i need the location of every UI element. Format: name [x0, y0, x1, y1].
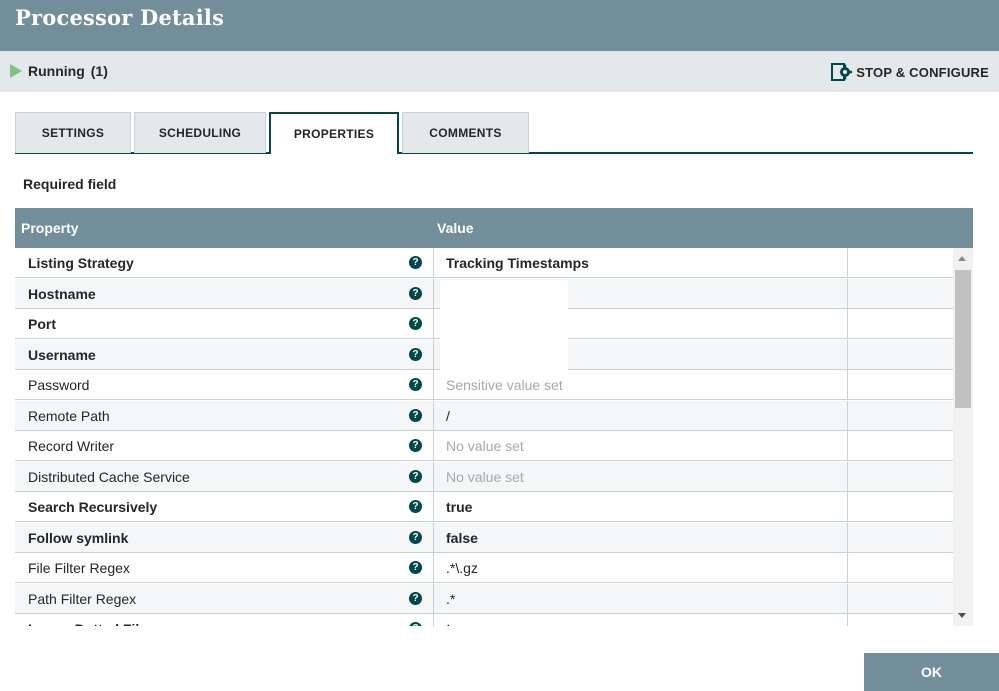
- property-name: Port: [28, 316, 56, 332]
- property-value: No value set: [446, 438, 524, 454]
- play-icon: [10, 64, 22, 78]
- property-value: .*: [446, 590, 456, 607]
- property-value-cell[interactable]: Tracking Timestamps: [433, 248, 848, 278]
- table-row[interactable]: Distributed Cache Service? No value set: [15, 461, 953, 492]
- help-icon[interactable]: ?: [409, 256, 422, 269]
- properties-table: Property Value Listing Strategy? Tracking…: [15, 208, 973, 626]
- property-value: /: [446, 407, 450, 424]
- help-icon[interactable]: ?: [409, 469, 422, 483]
- property-value-cell[interactable]: No value set: [433, 461, 848, 492]
- table-row[interactable]: File Filter Regex? .*\.gz: [15, 553, 953, 583]
- property-name: Remote Path: [28, 407, 110, 424]
- stop-configure-button[interactable]: STOP & CONFIGURE: [831, 62, 989, 82]
- property-value: No value set: [446, 468, 524, 485]
- property-name: Ignore Dotted Files: [28, 621, 155, 626]
- help-icon[interactable]: ?: [409, 500, 422, 513]
- property-value-cell[interactable]: false: [433, 522, 848, 553]
- property-name: Password: [28, 377, 90, 393]
- tab-settings[interactable]: SETTINGS: [15, 112, 131, 153]
- required-field-label: Required field: [23, 176, 117, 192]
- column-header-property[interactable]: Property: [21, 220, 79, 236]
- property-value-cell[interactable]: /: [433, 400, 848, 431]
- property-name: File Filter Regex: [28, 560, 130, 576]
- scroll-up-icon[interactable]: [958, 256, 966, 261]
- stop-configure-icon: [831, 63, 853, 81]
- table-row[interactable]: Record Writer? No value set: [15, 431, 953, 461]
- property-value-cell[interactable]: .*: [433, 583, 848, 614]
- property-name: Record Writer: [28, 438, 115, 454]
- help-icon[interactable]: ?: [409, 347, 422, 361]
- dialog-header: Processor Details: [0, 0, 999, 51]
- property-value-cell[interactable]: .*\.gz: [433, 553, 848, 583]
- scroll-down-icon[interactable]: [958, 613, 966, 618]
- table-row[interactable]: Path Filter Regex? .*: [15, 583, 953, 614]
- property-value: Tracking Timestamps: [446, 255, 589, 271]
- run-count: (1): [90, 63, 108, 79]
- tab-bar: SETTINGS SCHEDULING PROPERTIES COMMENTS: [15, 112, 973, 154]
- stop-configure-label: STOP & CONFIGURE: [856, 64, 989, 80]
- redacted-area: [440, 280, 568, 372]
- run-state: Running: [28, 63, 85, 79]
- help-icon[interactable]: ?: [409, 317, 422, 330]
- property-name: Listing Strategy: [28, 255, 134, 271]
- property-value-cell[interactable]: Sensitive value set: [433, 370, 848, 400]
- property-value: false: [446, 529, 478, 546]
- help-icon[interactable]: ?: [409, 530, 422, 544]
- ok-button[interactable]: OK: [864, 653, 999, 691]
- help-icon[interactable]: ?: [409, 561, 422, 574]
- help-icon[interactable]: ?: [409, 591, 422, 605]
- property-name: Path Filter Regex: [28, 590, 137, 607]
- column-header-value[interactable]: Value: [437, 220, 474, 236]
- tab-comments[interactable]: COMMENTS: [402, 112, 529, 153]
- property-value-cell[interactable]: true: [433, 614, 848, 626]
- help-icon[interactable]: ?: [409, 378, 422, 391]
- status-bar: Running (1) STOP & CONFIGURE: [0, 51, 999, 92]
- property-value-cell[interactable]: true: [433, 492, 848, 522]
- property-value: true: [446, 621, 472, 626]
- table-row[interactable]: Follow symlink? false: [15, 522, 953, 553]
- table-row[interactable]: Ignore Dotted Files? true: [15, 614, 953, 626]
- property-value-cell[interactable]: No value set: [433, 431, 848, 461]
- run-status: Running (1): [28, 63, 108, 79]
- property-value: Sensitive value set: [446, 377, 563, 393]
- tab-scheduling[interactable]: SCHEDULING: [134, 112, 266, 153]
- property-name: Follow symlink: [28, 529, 129, 546]
- help-icon[interactable]: ?: [409, 408, 422, 422]
- help-icon[interactable]: ?: [409, 622, 422, 626]
- table-header: Property Value: [15, 208, 973, 248]
- vertical-scrollbar[interactable]: [953, 248, 973, 626]
- help-icon[interactable]: ?: [409, 439, 422, 452]
- property-name: Search Recursively: [28, 499, 158, 515]
- table-row[interactable]: Search Recursively? true: [15, 492, 953, 522]
- table-row[interactable]: Listing Strategy? Tracking Timestamps: [15, 248, 953, 278]
- property-value: .*\.gz: [446, 560, 478, 576]
- table-row[interactable]: Password? Sensitive value set: [15, 370, 953, 400]
- dialog-title: Processor Details: [15, 5, 225, 30]
- property-value: true: [446, 499, 473, 515]
- scroll-thumb[interactable]: [955, 270, 971, 408]
- property-name: Distributed Cache Service: [28, 468, 190, 485]
- property-name: Username: [28, 346, 96, 363]
- table-row[interactable]: Remote Path? /: [15, 400, 953, 431]
- property-name: Hostname: [28, 285, 96, 302]
- tab-properties[interactable]: PROPERTIES: [269, 112, 399, 154]
- help-icon[interactable]: ?: [409, 286, 422, 300]
